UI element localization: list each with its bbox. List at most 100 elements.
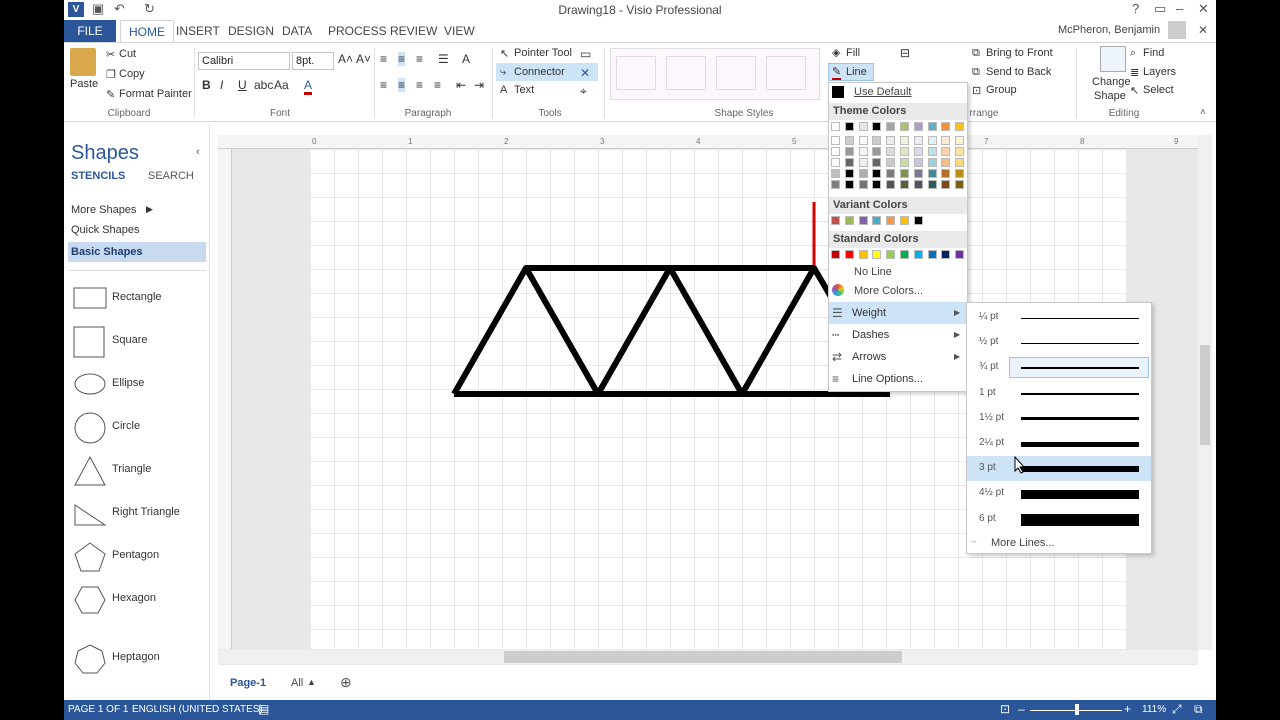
- horizontal-scroll-thumb[interactable]: [504, 651, 902, 663]
- text-tool-icon[interactable]: A: [500, 84, 507, 96]
- zoom-in-icon[interactable]: +: [1124, 702, 1131, 716]
- theme-shade-swatch[interactable]: [955, 180, 965, 189]
- restore-ribbon-icon[interactable]: ▭: [1154, 1, 1166, 17]
- group-icon[interactable]: ⊡: [972, 84, 981, 97]
- close-icon[interactable]: ✕: [1198, 1, 1209, 17]
- standard-color-swatch[interactable]: [927, 250, 937, 259]
- use-default-item[interactable]: Use Default: [854, 86, 911, 98]
- weight-option[interactable]: 4½ pt: [967, 481, 1151, 506]
- standard-color-swatch[interactable]: [941, 250, 951, 259]
- align-icon[interactable]: ⊟: [900, 46, 910, 60]
- truss-diagonals[interactable]: [451, 265, 857, 397]
- page-tab[interactable]: Page-1: [230, 677, 266, 689]
- theme-shade-swatch[interactable]: [927, 136, 937, 145]
- tab-design[interactable]: DESIGN: [220, 20, 282, 42]
- format-painter-icon[interactable]: ✎: [106, 88, 115, 101]
- align-middle-icon[interactable]: ≡: [398, 52, 406, 66]
- align-bottom-icon[interactable]: ≡: [416, 52, 423, 66]
- weight-option[interactable]: ¾ pt: [967, 355, 1151, 380]
- basic-shapes-item[interactable]: Basic Shapes: [71, 246, 143, 258]
- select-button[interactable]: Select: [1143, 84, 1174, 96]
- theme-shade-swatch[interactable]: [858, 136, 868, 145]
- theme-shade-swatch[interactable]: [913, 169, 923, 178]
- layers-button[interactable]: Layers: [1143, 66, 1176, 78]
- shape-hexagon[interactable]: Hexagon: [64, 579, 210, 622]
- send-to-back-icon[interactable]: ⧉: [972, 66, 980, 79]
- theme-shade-swatch[interactable]: [955, 136, 965, 145]
- status-page[interactable]: PAGE 1 OF 1: [68, 704, 128, 715]
- bullets-icon[interactable]: ☰: [438, 52, 449, 66]
- tab-data[interactable]: DATA: [274, 20, 320, 42]
- font-name-input[interactable]: Calibri: [198, 52, 290, 70]
- theme-shade-swatch[interactable]: [858, 147, 868, 156]
- weight-option[interactable]: 1½ pt: [967, 406, 1151, 431]
- justify-icon[interactable]: ≡: [434, 78, 441, 92]
- weight-option[interactable]: ¼ pt: [967, 305, 1151, 330]
- theme-shade-swatch[interactable]: [913, 180, 923, 189]
- theme-shade-swatch[interactable]: [831, 158, 840, 167]
- standard-color-swatch[interactable]: [858, 250, 868, 259]
- grow-font-icon[interactable]: A˄: [338, 52, 353, 66]
- no-line-item[interactable]: No Line: [854, 266, 892, 278]
- style-thumbnail[interactable]: [716, 56, 756, 90]
- weight-item[interactable]: Weight: [852, 307, 886, 319]
- tab-search[interactable]: SEARCH: [148, 170, 194, 182]
- theme-shade-swatch[interactable]: [831, 147, 840, 156]
- shape-rectangle[interactable]: Rectangle: [64, 278, 210, 321]
- theme-shade-swatch[interactable]: [900, 180, 909, 189]
- theme-color-swatch[interactable]: [941, 122, 951, 131]
- format-painter-button[interactable]: Format Painter: [119, 88, 192, 100]
- align-center-icon[interactable]: ≡: [398, 78, 406, 92]
- font-color-icon[interactable]: A: [304, 78, 313, 95]
- variant-color-swatch[interactable]: [831, 216, 840, 225]
- arrows-item[interactable]: Arrows: [852, 351, 886, 363]
- zoom-out-icon[interactable]: –: [1018, 702, 1025, 716]
- line-button[interactable]: Line: [846, 66, 867, 78]
- theme-shade-swatch[interactable]: [872, 158, 882, 167]
- paste-button[interactable]: Paste: [70, 78, 98, 90]
- underline-icon[interactable]: U: [238, 78, 247, 92]
- text-tool-button[interactable]: Text: [514, 84, 534, 96]
- layers-icon[interactable]: ≣: [1130, 66, 1139, 79]
- style-thumbnail[interactable]: [666, 56, 706, 90]
- theme-color-swatch[interactable]: [858, 122, 868, 131]
- pointer-tool-icon[interactable]: ↖: [500, 47, 509, 60]
- theme-shade-swatch[interactable]: [844, 136, 854, 145]
- theme-shade-swatch[interactable]: [913, 147, 923, 156]
- change-shape-button[interactable]: Change: [1092, 76, 1131, 88]
- theme-shade-swatch[interactable]: [900, 147, 909, 156]
- fill-icon[interactable]: ◈: [832, 46, 840, 59]
- cut-icon[interactable]: ✂: [106, 48, 115, 61]
- variant-color-swatch[interactable]: [858, 216, 868, 225]
- more-colors-item[interactable]: More Colors...: [854, 285, 923, 297]
- theme-shade-swatch[interactable]: [927, 180, 937, 189]
- theme-shade-swatch[interactable]: [900, 158, 909, 167]
- italic-icon[interactable]: I: [220, 78, 223, 92]
- weight-option[interactable]: ½ pt: [967, 330, 1151, 355]
- minimize-icon[interactable]: –: [1176, 1, 1183, 16]
- theme-shade-swatch[interactable]: [886, 169, 896, 178]
- text-direction-icon[interactable]: A: [462, 52, 470, 66]
- close-doc-icon[interactable]: ✕: [1198, 23, 1208, 37]
- variant-color-swatch[interactable]: [886, 216, 896, 225]
- theme-color-swatch[interactable]: [913, 122, 923, 131]
- help-icon[interactable]: ?: [1132, 1, 1139, 16]
- bring-to-front-button[interactable]: Bring to Front: [986, 47, 1053, 59]
- shape-right-triangle[interactable]: Right Triangle: [64, 493, 210, 536]
- shape-ellipse[interactable]: Ellipse: [64, 364, 210, 407]
- rectangle-tool-icon[interactable]: ▭: [580, 47, 591, 61]
- tab-stencils[interactable]: STENCILS: [71, 170, 125, 182]
- theme-shade-swatch[interactable]: [844, 158, 854, 167]
- cut-button[interactable]: Cut: [119, 48, 136, 60]
- theme-shade-swatch[interactable]: [858, 180, 868, 189]
- copy-icon[interactable]: ❐: [106, 68, 116, 81]
- connector-button[interactable]: Connector: [514, 66, 565, 78]
- theme-shade-swatch[interactable]: [955, 169, 965, 178]
- theme-shade-swatch[interactable]: [941, 136, 951, 145]
- tab-insert[interactable]: INSERT: [168, 20, 228, 42]
- align-right-icon[interactable]: ≡: [416, 78, 423, 92]
- quick-shapes-item[interactable]: Quick Shapes: [71, 224, 139, 236]
- find-icon[interactable]: ⌕: [1130, 47, 1136, 60]
- weight-option[interactable]: 1 pt: [967, 381, 1151, 406]
- tab-home[interactable]: HOME: [120, 20, 174, 42]
